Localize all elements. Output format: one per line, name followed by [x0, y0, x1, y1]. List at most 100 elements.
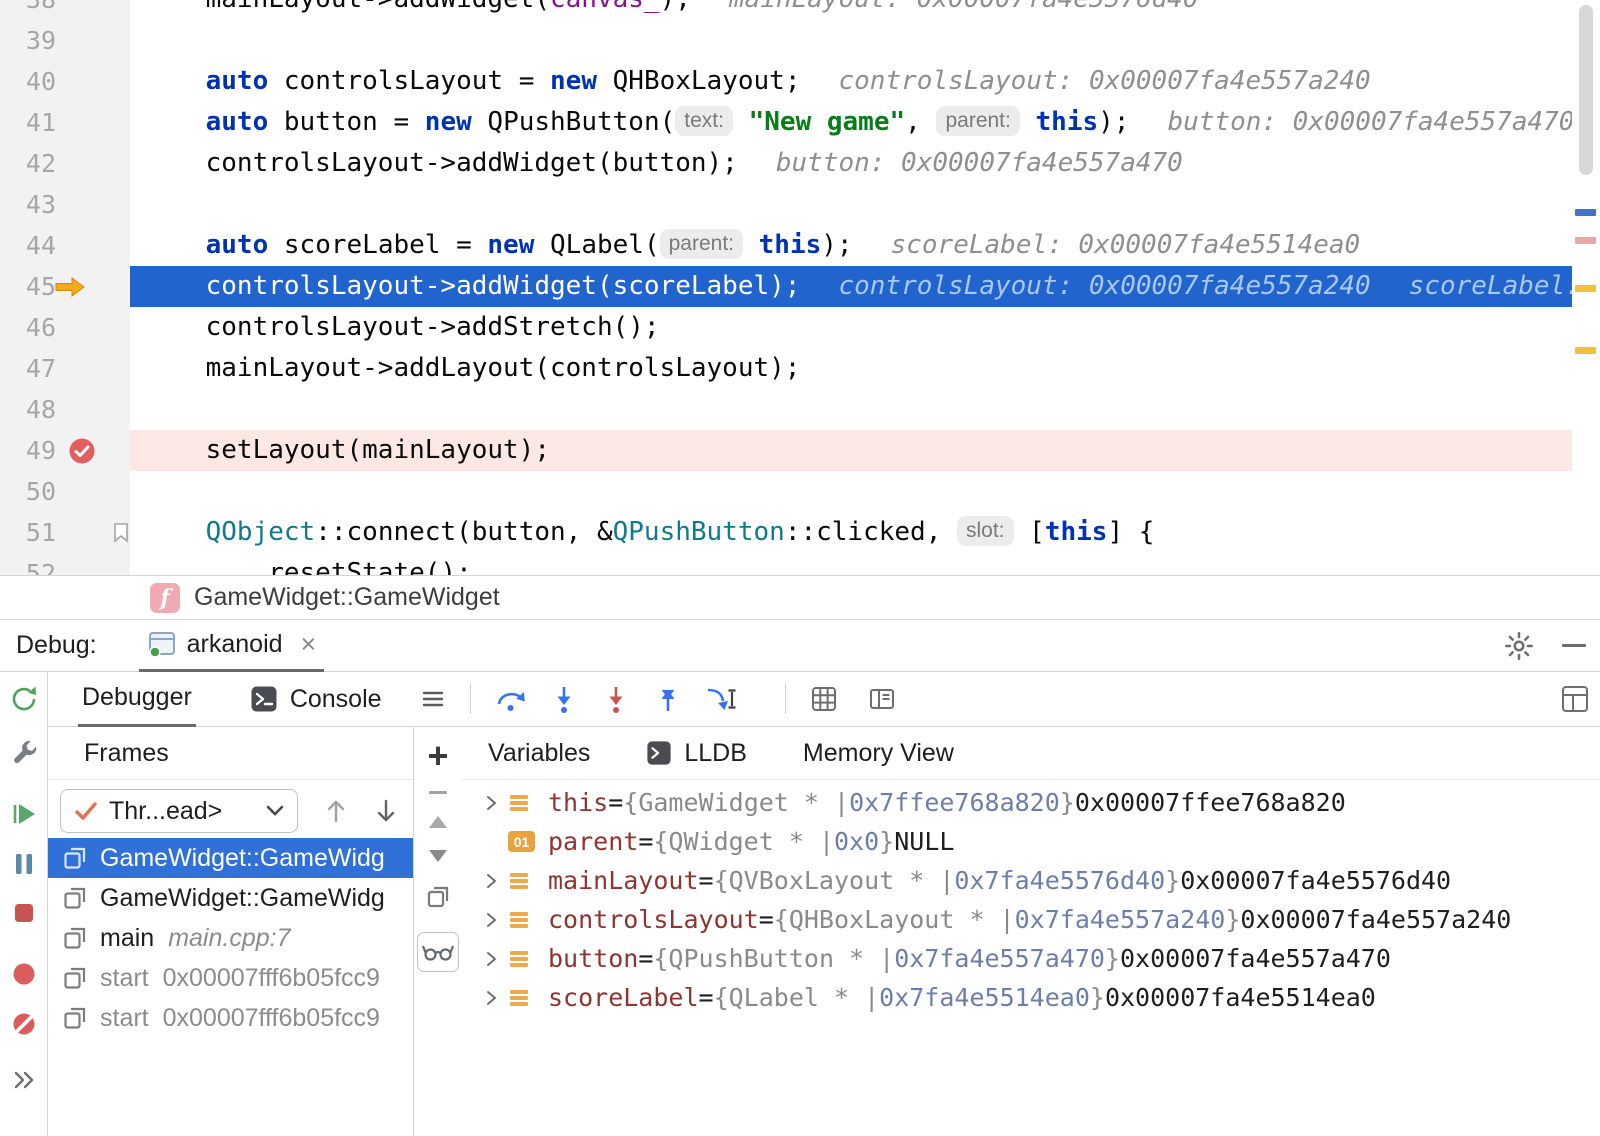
code-text[interactable]: auto scoreLabel = new QLabel(parent: thi… [130, 225, 1572, 266]
view-breakpoints-icon[interactable] [10, 960, 38, 988]
sticky-function-bar[interactable]: f GameWidget::GameWidget [0, 575, 1600, 620]
expand-chevron-icon[interactable] [474, 795, 508, 811]
code-text[interactable] [130, 389, 1572, 430]
mute-breakpoints-icon[interactable] [10, 1010, 38, 1038]
variable-row[interactable]: scoreLabel = {QLabel * | 0x7fa4e5514ea0}… [462, 978, 1600, 1017]
code-text[interactable]: auto controlsLayout = new QHBoxLayout;co… [130, 61, 1572, 102]
stripe-mark-breakpoint [1575, 237, 1596, 244]
variable-type-close: } [1105, 944, 1120, 973]
breakpoint-icon[interactable] [68, 437, 96, 465]
frame-row[interactable]: start0x00007fff6b05fcc9 [48, 958, 413, 998]
code-text[interactable] [130, 20, 1572, 61]
variable-row[interactable]: controlsLayout = {QHBoxLayout * | 0x7fa4… [462, 900, 1600, 939]
duplicate-watch-icon[interactable] [425, 884, 451, 910]
layout-options-icon[interactable] [420, 686, 446, 712]
next-frame-icon[interactable] [374, 797, 398, 825]
more-chevrons-icon[interactable] [11, 1068, 37, 1092]
code-text[interactable]: setLayout(mainLayout); [130, 430, 1572, 471]
gutter-line-45[interactable]: 45 [0, 266, 130, 307]
frame-row[interactable]: start0x00007fff6b05fcc9 [48, 998, 413, 1038]
settings-wrench-icon[interactable] [10, 738, 38, 766]
force-step-into-icon[interactable] [601, 684, 631, 714]
close-tab-icon[interactable]: × [301, 631, 317, 658]
variable-pointer: 0x7fa4e5514ea0 [879, 983, 1090, 1012]
pause-icon[interactable] [11, 850, 37, 878]
gutter-line-39[interactable]: 39 [0, 20, 130, 61]
frame-row[interactable]: mainmain.cpp:7 [48, 918, 413, 958]
frames-panel: Frames Thr...ead> [48, 727, 414, 1136]
variables-title[interactable]: Variables [488, 739, 590, 768]
tab-console[interactable]: Console [246, 672, 386, 727]
code-text[interactable]: resetState(); [130, 553, 1572, 575]
show-columns-icon[interactable] [868, 685, 896, 713]
remove-watch-icon[interactable] [429, 791, 447, 794]
gutter-line-46[interactable]: 46 [0, 307, 130, 348]
gutter-line-47[interactable]: 47 [0, 348, 130, 389]
frame-label: start [100, 1004, 149, 1033]
code-text[interactable]: auto button = new QPushButton(text: "New… [130, 102, 1572, 143]
expand-chevron-icon[interactable] [474, 951, 508, 967]
gutter-line-43[interactable]: 43 [0, 184, 130, 225]
variable-row[interactable]: this = {GameWidget * | 0x7ffee768a820} 0… [462, 783, 1600, 822]
restore-layout-icon[interactable] [1560, 684, 1590, 714]
code-text[interactable]: controlsLayout->addStretch(); [130, 307, 1572, 348]
gutter-line-44[interactable]: 44 [0, 225, 130, 266]
variable-pointer: 0x7fa4e557a240 [1015, 905, 1226, 934]
variable-row[interactable]: mainLayout = {QVBoxLayout * | 0x7fa4e557… [462, 861, 1600, 900]
evaluate-expression-icon[interactable] [810, 685, 838, 713]
tab-memory-view[interactable]: Memory View [803, 739, 954, 768]
code-text[interactable]: controlsLayout->addWidget(button);button… [130, 143, 1572, 184]
gutter-line-42[interactable]: 42 [0, 143, 130, 184]
step-over-icon[interactable] [495, 684, 527, 714]
move-watch-down-icon[interactable] [429, 850, 447, 862]
tab-lldb[interactable]: LLDB [646, 739, 747, 768]
frame-row[interactable]: GameWidget::GameWidg [48, 838, 413, 878]
run-config-tab-arkanoid[interactable]: arkanoid × [139, 620, 325, 672]
stop-icon[interactable] [11, 900, 37, 926]
frame-row[interactable]: GameWidget::GameWidg [48, 878, 413, 918]
gutter-line-38[interactable]: 38 [0, 0, 130, 20]
variable-row[interactable]: 01parent = {QWidget * | 0x0} NULL [462, 822, 1600, 861]
gutter-line-51[interactable]: 51 [0, 512, 130, 553]
thread-suspended-check-icon [73, 798, 99, 824]
move-watch-up-icon[interactable] [429, 816, 447, 828]
code-text[interactable]: mainLayout->addLayout(controlsLayout); [130, 348, 1572, 389]
gutter-line-50[interactable]: 50 [0, 471, 130, 512]
tab-debugger-label: Debugger [82, 683, 192, 712]
line-number: 52 [0, 553, 56, 575]
show-watches-toggle[interactable] [417, 932, 459, 972]
step-into-icon[interactable] [549, 684, 579, 714]
code-text[interactable] [130, 471, 1572, 512]
code-text[interactable] [130, 184, 1572, 225]
line-number: 43 [0, 184, 56, 225]
code-line-50: 50 [0, 471, 1572, 512]
stripe-mark-exec [1575, 209, 1596, 216]
expand-chevron-icon[interactable] [474, 990, 508, 1006]
previous-frame-icon[interactable] [324, 797, 348, 825]
code-text[interactable]: mainLayout->addWidget(canvas_);mainLayou… [130, 0, 1572, 20]
scrollbar-thumb[interactable] [1579, 5, 1593, 175]
tab-debugger[interactable]: Debugger [78, 672, 196, 727]
rerun-icon[interactable] [9, 684, 39, 714]
step-out-icon[interactable] [653, 684, 683, 714]
debug-toolwindow-header: Debug: arkanoid × [0, 620, 1600, 672]
add-watch-icon[interactable]: + [427, 743, 448, 769]
expand-chevron-icon[interactable] [474, 873, 508, 889]
resume-icon[interactable] [10, 800, 38, 828]
thread-selector[interactable]: Thr...ead> [60, 789, 298, 833]
expand-chevron-icon[interactable] [474, 912, 508, 928]
hide-toolwindow-icon[interactable] [1562, 644, 1586, 647]
variable-row[interactable]: button = {QPushButton * | 0x7fa4e557a470… [462, 939, 1600, 978]
run-to-cursor-icon[interactable] [705, 684, 739, 714]
gutter-line-49[interactable]: 49 [0, 430, 130, 471]
gutter-line-48[interactable]: 48 [0, 389, 130, 430]
gutter-line-52[interactable]: 52 [0, 553, 130, 575]
gutter-line-40[interactable]: 40 [0, 61, 130, 102]
stack-frame-icon [62, 965, 88, 991]
code-editor[interactable]: 38 mainLayout->addWidget(canvas_);mainLa… [0, 0, 1600, 575]
code-text[interactable]: QObject::connect(button, &QPushButton::c… [130, 512, 1572, 553]
code-text[interactable]: controlsLayout->addWidget(scoreLabel);co… [130, 266, 1572, 307]
variable-pointer: 0x7fa4e5576d40 [954, 866, 1165, 895]
gear-icon[interactable] [1504, 631, 1534, 661]
gutter-line-41[interactable]: 41 [0, 102, 130, 143]
